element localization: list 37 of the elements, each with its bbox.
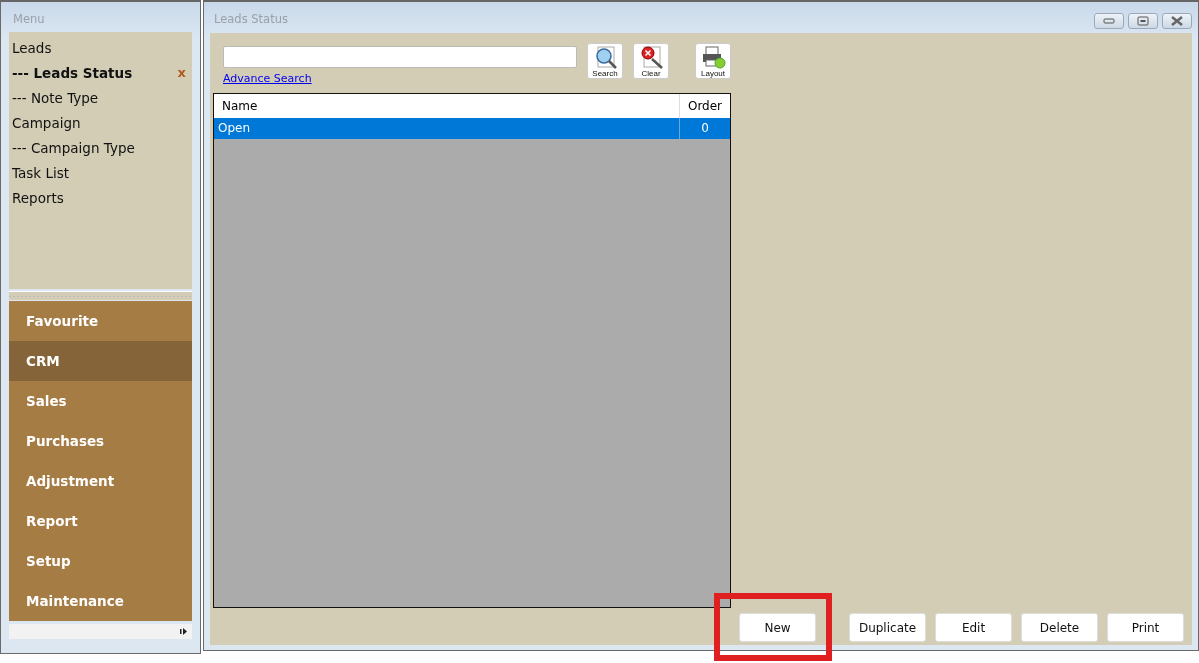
- module-tab[interactable]: Adjustment: [9, 460, 192, 501]
- window-title: Leads Status: [213, 11, 288, 28]
- scroll-bar[interactable]: [9, 623, 192, 639]
- layout-button[interactable]: Layout: [695, 43, 731, 79]
- panel-title: Menu: [12, 11, 46, 28]
- close-button[interactable]: [1162, 13, 1192, 29]
- clear-tool-icon: [638, 45, 664, 69]
- module-tab[interactable]: Maintenance: [9, 580, 192, 621]
- module-tab[interactable]: CRM: [9, 340, 192, 381]
- action-button[interactable]: Delete: [1021, 613, 1098, 642]
- scroll-arrow-icon[interactable]: [180, 627, 187, 635]
- action-button[interactable]: Edit: [935, 613, 1012, 642]
- splitter-grip[interactable]: [9, 290, 192, 300]
- menu-item[interactable]: --- Campaign Type: [9, 135, 192, 160]
- minimize-button[interactable]: [1094, 13, 1124, 29]
- menu-item[interactable]: --- Note Type: [9, 85, 192, 110]
- menu-item[interactable]: Leads: [9, 35, 192, 60]
- menu-item[interactable]: Campaign: [9, 110, 192, 135]
- table-row[interactable]: Open 0: [214, 118, 730, 139]
- layout-tool-icon: [700, 45, 726, 69]
- search-button[interactable]: Search: [587, 43, 623, 79]
- module-tab[interactable]: Purchases: [9, 420, 192, 461]
- menu-item[interactable]: --- Leads Status x: [9, 60, 192, 85]
- menu-item[interactable]: Reports: [9, 185, 192, 210]
- action-button[interactable]: New: [739, 613, 816, 642]
- column-header[interactable]: Name: [214, 94, 679, 118]
- clear-button[interactable]: Clear: [633, 43, 669, 79]
- action-button[interactable]: Duplicate: [849, 613, 926, 642]
- module-tab[interactable]: Sales: [9, 380, 192, 421]
- module-tab[interactable]: Favourite: [9, 300, 192, 341]
- module-tab[interactable]: Setup: [9, 540, 192, 581]
- action-button[interactable]: Print: [1107, 613, 1184, 642]
- menu-item[interactable]: Task List: [9, 160, 192, 185]
- restore-button[interactable]: [1128, 13, 1158, 29]
- search-field[interactable]: [223, 46, 577, 68]
- advance-search-link[interactable]: Advance Search: [223, 72, 577, 85]
- module-tab[interactable]: Report: [9, 500, 192, 541]
